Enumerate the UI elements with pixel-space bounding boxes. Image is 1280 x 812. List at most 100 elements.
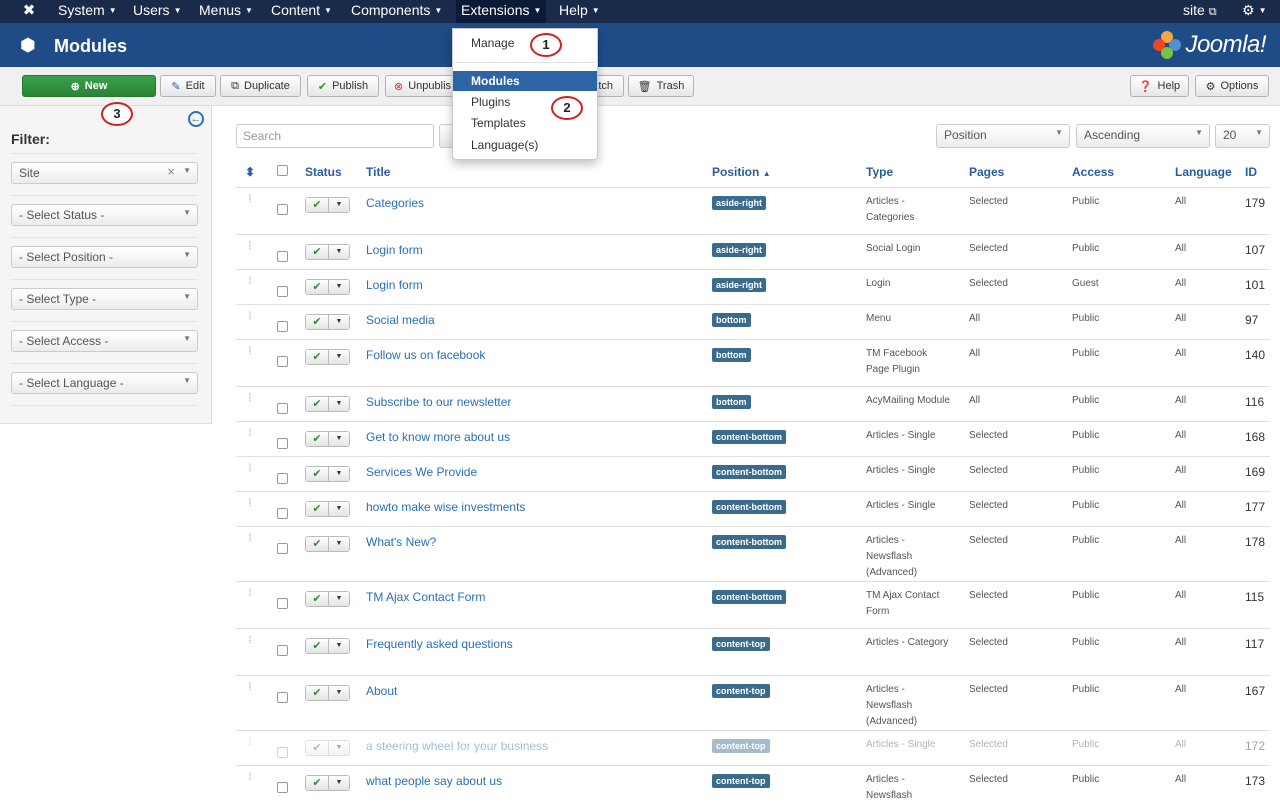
status-toggle[interactable]: ✔▼ [305, 637, 350, 654]
chevron-down-icon[interactable]: ▼ [329, 197, 349, 212]
site-filter-select[interactable]: Site × ▼ [11, 162, 198, 184]
chevron-down-icon[interactable]: ▼ [329, 349, 349, 364]
module-title-link[interactable]: Login form [366, 243, 423, 257]
site-link[interactable]: site ⧉ [1183, 2, 1217, 19]
status-toggle[interactable]: ✔▼ [305, 348, 350, 365]
module-title-link[interactable]: what people say about us [366, 774, 502, 788]
row-checkbox[interactable] [277, 285, 288, 297]
status-header[interactable]: Status [301, 158, 362, 188]
pages-header[interactable]: Pages [965, 158, 1068, 188]
row-checkbox[interactable] [277, 644, 288, 656]
menu-item-modules[interactable]: Modules [453, 71, 597, 91]
duplicate-button[interactable]: ⧉ Duplicate [220, 75, 301, 97]
select-all-checkbox[interactable] [277, 165, 288, 177]
limit-select[interactable]: 20 ▼ [1215, 124, 1270, 148]
drag-handle-icon[interactable]: ⁞ [240, 463, 260, 473]
chevron-down-icon[interactable]: ▼ [329, 431, 349, 446]
menu-item-manage[interactable]: Manage [453, 33, 597, 53]
status-toggle[interactable]: ✔▼ [305, 535, 350, 552]
module-title-link[interactable]: howto make wise investments [366, 500, 525, 514]
row-checkbox[interactable] [277, 597, 288, 609]
status-toggle[interactable]: ✔▼ [305, 684, 350, 701]
row-checkbox[interactable] [277, 507, 288, 519]
chevron-down-icon[interactable]: ▼ [329, 466, 349, 481]
edit-button[interactable]: ✎ Edit [160, 75, 216, 97]
chevron-down-icon[interactable]: ▼ [329, 638, 349, 653]
status-filter-select[interactable]: - Select Status - ▼ [11, 204, 198, 226]
type-header[interactable]: Type [862, 158, 965, 188]
new-button[interactable]: ⊕ New [22, 75, 156, 97]
chevron-down-icon[interactable]: ▼ [329, 279, 349, 294]
drag-handle-icon[interactable]: ⁞ [240, 635, 260, 645]
chevron-down-icon[interactable]: ▼ [329, 775, 349, 790]
menu-item-languages[interactable]: Language(s) [453, 135, 597, 155]
chevron-down-icon[interactable]: ▼ [329, 396, 349, 411]
menu-content[interactable]: Content ▼ [271, 2, 332, 18]
module-title-link[interactable]: Social media [366, 313, 435, 327]
language-header[interactable]: Language [1171, 158, 1241, 188]
module-title-link[interactable]: Login form [366, 278, 423, 292]
sort-field-select[interactable]: Position ▼ [936, 124, 1070, 148]
drag-handle-icon[interactable]: ⁞ [240, 588, 260, 598]
drag-handle-icon[interactable]: ⁞ [240, 428, 260, 438]
chevron-down-icon[interactable]: ▼ [329, 314, 349, 329]
drag-handle-icon[interactable]: ⁞ [240, 393, 260, 403]
row-checkbox[interactable] [277, 402, 288, 414]
status-toggle[interactable]: ✔▼ [305, 465, 350, 482]
menu-users[interactable]: Users ▼ [133, 2, 181, 18]
sort-order-select[interactable]: Ascending ▼ [1076, 124, 1210, 148]
chevron-down-icon[interactable]: ▼ [329, 501, 349, 516]
module-title-link[interactable]: Get to know more about us [366, 430, 510, 444]
status-toggle[interactable]: ✔▼ [305, 196, 350, 213]
position-filter-select[interactable]: - Select Position - ▼ [11, 246, 198, 268]
row-checkbox[interactable] [277, 472, 288, 484]
ordering-header[interactable]: ⬍ [236, 158, 264, 188]
module-title-link[interactable]: About [366, 684, 397, 698]
collapse-sidebar-icon[interactable]: ← [188, 111, 204, 127]
menu-components[interactable]: Components ▼ [351, 2, 442, 18]
id-header[interactable]: ID [1241, 158, 1270, 188]
drag-handle-icon[interactable]: ⁞ [240, 498, 260, 508]
module-title-link[interactable]: TM Ajax Contact Form [366, 590, 485, 604]
menu-extensions[interactable]: Extensions ▼ [456, 0, 547, 23]
status-toggle[interactable]: ✔▼ [305, 313, 350, 330]
row-checkbox[interactable] [277, 542, 288, 554]
status-toggle[interactable]: ✔▼ [305, 500, 350, 517]
module-title-link[interactable]: What's New? [366, 535, 436, 549]
position-header[interactable]: Position ▲ [708, 158, 862, 188]
drag-handle-icon[interactable]: ⁞ [240, 682, 260, 692]
menu-menus[interactable]: Menus ▼ [199, 2, 253, 18]
row-checkbox[interactable] [277, 320, 288, 332]
drag-handle-icon[interactable]: ⁞ [240, 533, 260, 543]
module-title-link[interactable]: Services We Provide [366, 465, 477, 479]
status-toggle[interactable]: ✔▼ [305, 395, 350, 412]
status-toggle[interactable]: ✔▼ [305, 278, 350, 295]
row-checkbox[interactable] [277, 691, 288, 703]
drag-handle-icon[interactable]: ⁞ [240, 241, 260, 251]
row-checkbox[interactable] [277, 203, 288, 215]
joomla-icon[interactable]: ✖ [20, 3, 38, 19]
module-title-link[interactable]: Categories [366, 196, 424, 210]
title-header[interactable]: Title [362, 158, 708, 188]
drag-handle-icon[interactable]: ⁞ [240, 346, 260, 356]
language-filter-select[interactable]: - Select Language - ▼ [11, 372, 198, 394]
menu-help[interactable]: Help ▼ [559, 2, 600, 18]
search-input[interactable]: Search [236, 124, 434, 148]
status-toggle[interactable]: ✔▼ [305, 243, 350, 260]
row-checkbox[interactable] [277, 437, 288, 449]
drag-handle-icon[interactable]: ⁞ [240, 311, 260, 321]
access-filter-select[interactable]: - Select Access - ▼ [11, 330, 198, 352]
chevron-down-icon[interactable]: ▼ [329, 244, 349, 259]
clear-icon[interactable]: × [167, 164, 175, 179]
options-button[interactable]: ⚙ Options [1195, 75, 1269, 97]
publish-button[interactable]: ✔ Publish [307, 75, 379, 97]
status-toggle[interactable]: ✔▼ [305, 430, 350, 447]
chevron-down-icon[interactable]: ▼ [329, 536, 349, 551]
module-title-link[interactable]: Subscribe to our newsletter [366, 395, 511, 409]
row-checkbox[interactable] [277, 250, 288, 262]
module-title-link[interactable]: Frequently asked questions [366, 637, 513, 651]
unpublish-button[interactable]: ⊗ Unpublis [385, 75, 454, 97]
row-checkbox[interactable] [277, 781, 288, 793]
chevron-down-icon[interactable]: ▼ [329, 685, 349, 700]
type-filter-select[interactable]: - Select Type - ▼ [11, 288, 198, 310]
